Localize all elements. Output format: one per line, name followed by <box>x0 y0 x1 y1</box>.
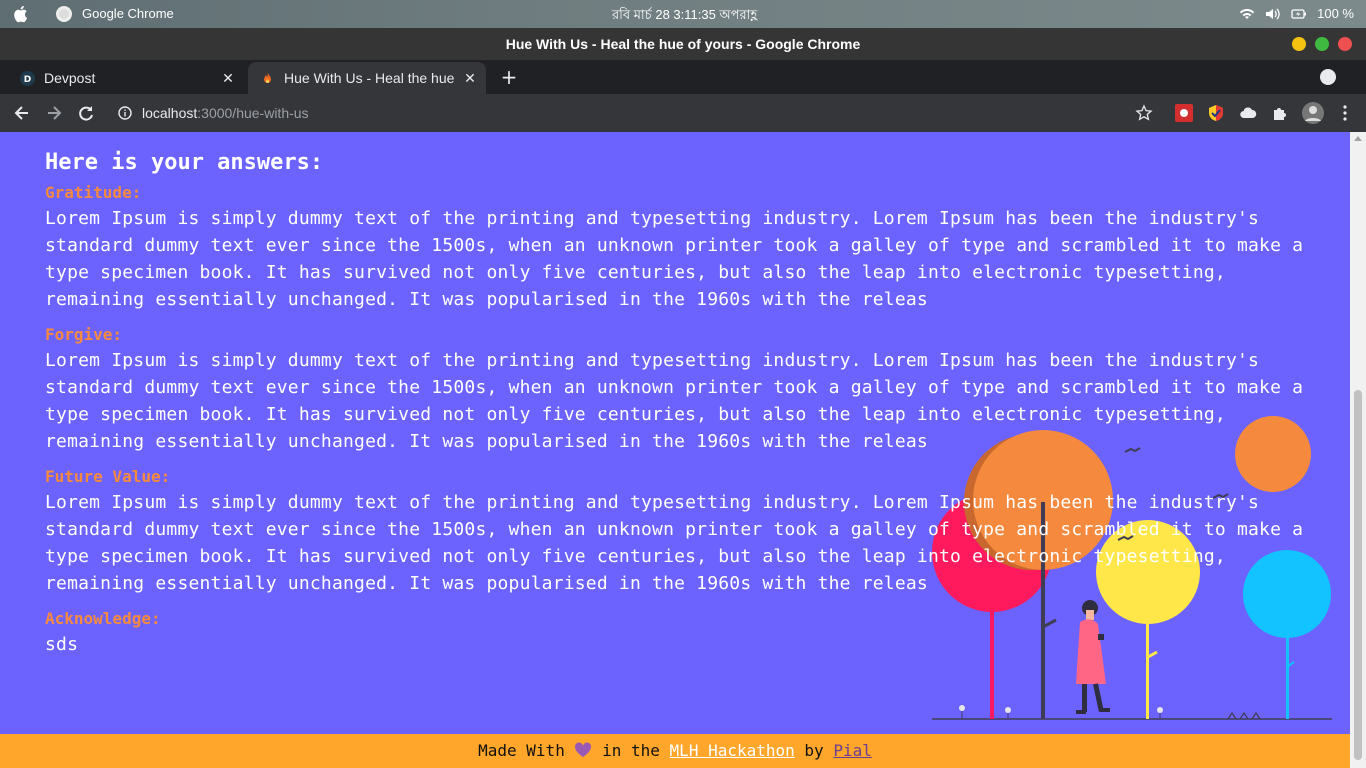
footer-in-the: in the <box>602 741 660 760</box>
system-tray[interactable]: 100 % <box>1239 6 1354 21</box>
browser-toolbar: localhost:3000/hue-with-us <box>0 94 1366 132</box>
forward-icon[interactable] <box>44 103 64 123</box>
author-link[interactable]: Pial <box>833 741 872 760</box>
tab-label: Hue With Us - Heal the hue of yours <box>284 70 456 86</box>
svg-text:D: D <box>24 75 31 85</box>
scrollbar-thumb[interactable] <box>1354 390 1362 760</box>
gratitude-label: Gratitude: <box>45 183 142 202</box>
window-title-bar: Hue With Us - Heal the hue of yours - Go… <box>0 28 1366 60</box>
site-info-icon[interactable] <box>118 106 132 120</box>
minimize-button[interactable] <box>1292 37 1306 51</box>
tab-devpost[interactable]: D Devpost ✕ <box>8 62 244 94</box>
wifi-icon[interactable] <box>1239 7 1255 21</box>
footer-made-with: Made With <box>478 741 565 760</box>
future-value-answer: Lorem Ipsum is simply dummy text of the … <box>45 492 1304 594</box>
address-bar[interactable]: localhost:3000/hue-with-us <box>110 98 1160 128</box>
tab-label: Devpost <box>44 70 96 86</box>
page-scrollbar[interactable] <box>1350 132 1366 768</box>
window-title: Hue With Us - Heal the hue of yours - Go… <box>505 36 861 52</box>
chrome-icon <box>56 6 72 22</box>
future-value-label: Future Value: <box>45 467 171 486</box>
footer-by: by <box>804 741 824 760</box>
url-host: localhost <box>142 105 198 121</box>
extension-shield-icon[interactable] <box>1207 104 1225 122</box>
close-tab-icon[interactable]: ✕ <box>220 62 236 94</box>
page-heading: Here is your answers: <box>45 150 324 175</box>
url-text[interactable]: localhost:3000/hue-with-us <box>142 98 309 128</box>
page-viewport: Here is your answers: Gratitude: Lorem I… <box>0 132 1366 768</box>
mlh-hackathon-link[interactable]: MLH Hackathon <box>670 741 795 760</box>
url-path: :3000/hue-with-us <box>197 105 309 121</box>
close-tab-icon[interactable]: ✕ <box>462 62 478 94</box>
devpost-favicon-icon: D <box>20 71 35 86</box>
scroll-up-arrow-icon[interactable] <box>1354 136 1362 141</box>
more-menu-icon[interactable] <box>1336 104 1354 122</box>
tab-hue-with-us[interactable]: Hue With Us - Heal the hue of yours ✕ <box>248 62 486 94</box>
page-footer: Made With in the MLH Hackathon by Pial <box>0 734 1350 768</box>
purple-heart-icon <box>575 742 592 757</box>
os-top-bar: Google Chrome রবি মার্চ 28 3:11:35 অপরাহ… <box>0 0 1366 28</box>
battery-icon[interactable] <box>1291 7 1307 21</box>
maximize-button[interactable] <box>1315 37 1329 51</box>
extension-red-icon[interactable] <box>1175 104 1193 122</box>
acknowledge-answer: sds <box>45 634 79 655</box>
extensions-puzzle-icon[interactable] <box>1271 104 1289 122</box>
flame-icon <box>264 72 271 83</box>
acknowledge-label: Acknowledge: <box>45 609 161 628</box>
battery-percent: 100 % <box>1317 6 1354 21</box>
window-controls <box>1292 37 1352 51</box>
forgive-answer: Lorem Ipsum is simply dummy text of the … <box>45 350 1304 452</box>
answers-section: Here is your answers: Gratitude: Lorem I… <box>45 150 1310 658</box>
new-tab-button[interactable]: + <box>498 62 520 92</box>
forgive-label: Forgive: <box>45 325 123 344</box>
tab-strip: D Devpost ✕ Hue With Us - Heal the hue o… <box>0 60 1366 94</box>
os-clock[interactable]: রবি মার্চ 28 3:11:35 অপরাহ্ণ <box>612 6 757 27</box>
close-window-button[interactable] <box>1338 37 1352 51</box>
tab-search-icon[interactable] <box>1320 69 1336 85</box>
apple-icon[interactable] <box>12 4 30 24</box>
gratitude-answer: Lorem Ipsum is simply dummy text of the … <box>45 208 1304 310</box>
back-icon[interactable] <box>12 103 32 123</box>
profile-avatar[interactable] <box>1302 102 1324 124</box>
bookmark-star-icon[interactable] <box>1135 104 1153 122</box>
cloud-icon[interactable] <box>1239 104 1257 122</box>
volume-icon[interactable] <box>1265 7 1281 21</box>
os-app-name[interactable]: Google Chrome <box>82 6 174 21</box>
reload-icon[interactable] <box>76 103 96 123</box>
